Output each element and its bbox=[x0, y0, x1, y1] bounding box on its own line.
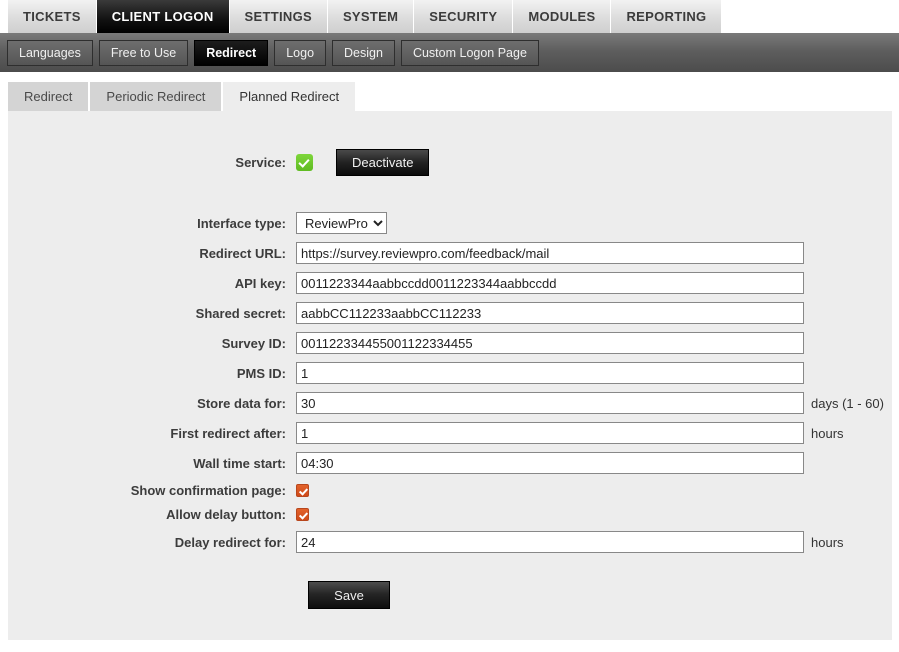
save-spacer bbox=[8, 581, 308, 609]
form-row-wall-time-start: Wall time start: bbox=[8, 452, 892, 474]
nav-tab-security-label: SECURITY bbox=[429, 9, 498, 24]
form-actions: Save bbox=[8, 581, 892, 609]
nav-tab-tickets-label: TICKETS bbox=[23, 9, 81, 24]
subnav-redirect[interactable]: Redirect bbox=[194, 39, 269, 66]
tab-periodic-redirect[interactable]: Periodic Redirect bbox=[90, 82, 224, 111]
wall-time-start-input[interactable] bbox=[296, 452, 804, 474]
primary-navigation: TICKETS CLIENT LOGON SETTINGS SYSTEM SEC… bbox=[0, 0, 899, 33]
delay-redirect-for-input[interactable] bbox=[296, 531, 804, 553]
save-button-label: Save bbox=[334, 587, 364, 603]
subnav-logo-label: Logo bbox=[286, 45, 315, 60]
pms-id-input[interactable] bbox=[296, 362, 804, 384]
delay-redirect-for-label: Delay redirect for: bbox=[174, 534, 286, 550]
tab-planned-redirect-label: Planned Redirect bbox=[239, 89, 340, 104]
save-button[interactable]: Save bbox=[308, 581, 390, 609]
survey-id-input[interactable] bbox=[296, 332, 804, 354]
interface-type-label: Interface type: bbox=[197, 215, 286, 231]
first-redirect-after-suffix: hours bbox=[811, 425, 844, 441]
survey-id-label: Survey ID: bbox=[221, 335, 286, 351]
show-confirmation-page-label: Show confirmation page: bbox=[130, 483, 286, 498]
subnav-languages-label: Languages bbox=[19, 45, 81, 60]
api-key-label: API key: bbox=[234, 275, 286, 291]
form-row-redirect-url: Redirect URL: bbox=[8, 242, 892, 264]
secondary-navigation: Languages Free to Use Redirect Logo Desi… bbox=[0, 33, 899, 72]
store-data-for-label: Store data for: bbox=[197, 395, 286, 411]
subnav-redirect-label: Redirect bbox=[206, 45, 257, 60]
nav-tab-modules[interactable]: MODULES bbox=[513, 0, 612, 33]
tab-redirect-label: Redirect bbox=[24, 89, 73, 104]
nav-tab-reporting-label: REPORTING bbox=[626, 9, 707, 24]
nav-tab-reporting[interactable]: REPORTING bbox=[611, 0, 723, 33]
wall-time-start-label: Wall time start: bbox=[193, 455, 286, 471]
form-row-service: Service: Deactivate bbox=[8, 149, 892, 176]
subnav-free-to-use[interactable]: Free to Use bbox=[98, 39, 189, 66]
service-label: Service: bbox=[235, 155, 286, 170]
allow-delay-button-checkbox[interactable] bbox=[296, 508, 309, 521]
form-row-shared-secret: Shared secret: bbox=[8, 302, 892, 324]
planned-redirect-form: Service: Deactivate Interface type: Revi… bbox=[8, 111, 892, 609]
form-row-api-key: API key: bbox=[8, 272, 892, 294]
nav-tab-client-logon-label: CLIENT LOGON bbox=[111, 9, 214, 24]
redirect-url-input[interactable] bbox=[296, 242, 804, 264]
nav-tab-settings[interactable]: SETTINGS bbox=[229, 0, 328, 33]
form-row-delay-redirect-for: Delay redirect for: hours bbox=[8, 531, 892, 553]
pms-id-label: PMS ID: bbox=[236, 365, 286, 381]
first-redirect-after-label: First redirect after: bbox=[170, 425, 286, 441]
subnav-languages[interactable]: Languages bbox=[7, 39, 93, 66]
nav-tab-tickets[interactable]: TICKETS bbox=[8, 0, 97, 33]
form-row-survey-id: Survey ID: bbox=[8, 332, 892, 354]
form-row-pms-id: PMS ID: bbox=[8, 362, 892, 384]
form-row-first-redirect-after: First redirect after: hours bbox=[8, 422, 892, 444]
form-row-allow-delay-button: Allow delay button: bbox=[8, 507, 892, 522]
interface-type-select[interactable]: ReviewPro bbox=[296, 212, 387, 234]
subnav-design-label: Design bbox=[344, 45, 383, 60]
tertiary-tabs: Redirect Periodic Redirect Planned Redir… bbox=[8, 82, 358, 111]
subnav-design[interactable]: Design bbox=[332, 39, 395, 66]
deactivate-button[interactable]: Deactivate bbox=[336, 149, 430, 176]
subnav-logo[interactable]: Logo bbox=[274, 39, 327, 66]
allow-delay-button-label: Allow delay button: bbox=[166, 507, 286, 522]
store-data-for-input[interactable] bbox=[296, 392, 804, 414]
content-panel: Service: Deactivate Interface type: Revi… bbox=[8, 111, 892, 640]
form-row-show-confirmation-page: Show confirmation page: bbox=[8, 483, 892, 498]
tab-periodic-redirect-label: Periodic Redirect bbox=[106, 89, 206, 104]
form-row-store-data-for: Store data for: days (1 - 60) bbox=[8, 392, 892, 414]
first-redirect-after-input[interactable] bbox=[296, 422, 804, 444]
shared-secret-label: Shared secret: bbox=[195, 305, 286, 321]
nav-tab-system[interactable]: SYSTEM bbox=[327, 0, 415, 33]
nav-tab-security[interactable]: SECURITY bbox=[414, 0, 514, 33]
tab-planned-redirect[interactable]: Planned Redirect bbox=[223, 82, 358, 111]
form-row-interface-type: Interface type: ReviewPro bbox=[8, 212, 892, 234]
delay-redirect-for-suffix: hours bbox=[811, 534, 844, 550]
nav-tab-settings-label: SETTINGS bbox=[244, 9, 312, 24]
store-data-for-suffix: days (1 - 60) bbox=[811, 395, 884, 411]
subnav-custom-logon-page[interactable]: Custom Logon Page bbox=[400, 39, 539, 66]
subnav-free-to-use-label: Free to Use bbox=[110, 45, 177, 60]
subnav-custom-logon-page-label: Custom Logon Page bbox=[412, 45, 527, 60]
show-confirmation-page-checkbox[interactable] bbox=[296, 484, 309, 497]
shared-secret-input[interactable] bbox=[296, 302, 804, 324]
nav-tab-modules-label: MODULES bbox=[528, 9, 596, 24]
nav-tab-client-logon[interactable]: CLIENT LOGON bbox=[96, 0, 230, 33]
redirect-url-label: Redirect URL: bbox=[199, 245, 286, 261]
tab-redirect[interactable]: Redirect bbox=[8, 82, 91, 111]
nav-tab-system-label: SYSTEM bbox=[342, 9, 399, 24]
app-root: TICKETS CLIENT LOGON SETTINGS SYSTEM SEC… bbox=[0, 0, 899, 652]
service-checkbox[interactable] bbox=[296, 154, 313, 171]
deactivate-button-label: Deactivate bbox=[352, 155, 414, 170]
api-key-input[interactable] bbox=[296, 272, 804, 294]
